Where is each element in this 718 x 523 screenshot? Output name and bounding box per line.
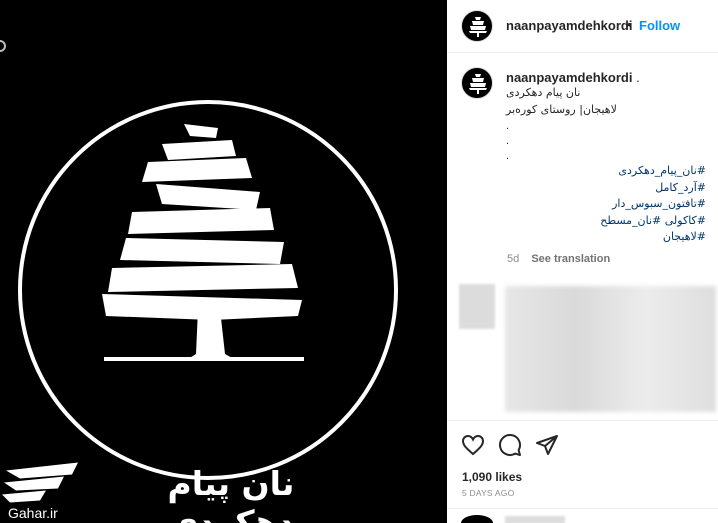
action-bar: 1,090 likes 5 DAYS AGO	[447, 420, 718, 520]
caption-text: نان پیام دهکردی لاهیجان| روستای کوره‌بر …	[506, 85, 706, 246]
divider	[447, 508, 718, 509]
avatar[interactable]	[461, 10, 493, 42]
caption-username[interactable]: naanpayamdehkordi .	[506, 70, 640, 85]
follow-button[interactable]: Follow	[639, 18, 680, 33]
tree-logo-icon	[102, 124, 304, 361]
hashtag-link[interactable]: #نان_پیام_دهکردی	[506, 163, 706, 180]
blurred-comment-avatar	[459, 284, 495, 329]
blurred-comment	[505, 286, 716, 412]
caption-dot: .	[506, 150, 510, 162]
post-side-panel: naanpayamdehkordi • Follow naanpayamdehk…	[447, 0, 718, 523]
caption-line: لاهیجان| روستای کوره‌بر	[506, 102, 617, 116]
separator-dot: •	[627, 17, 632, 32]
post-media[interactable]: نان پیام دهکردی Gahar.ir	[0, 0, 447, 523]
blurred-input	[505, 516, 565, 523]
likes-count[interactable]: 1,090 likes	[462, 470, 522, 484]
caption-dot: .	[506, 120, 510, 132]
comment-icon[interactable]	[498, 433, 522, 457]
caption-meta: 5d See translation	[507, 253, 619, 265]
caption-line: نان پیام دهکردی	[506, 86, 581, 99]
caption-username-text[interactable]: naanpayamdehkordi	[506, 70, 632, 85]
hashtag-link[interactable]: #تافتون_سبوس_دار	[506, 196, 706, 213]
post-header: naanpayamdehkordi • Follow	[447, 0, 718, 53]
hashtag-link[interactable]: #کاکولی #نان_مسطح	[506, 213, 706, 230]
heart-icon[interactable]	[461, 433, 485, 457]
carousel-edge-indicator	[0, 40, 6, 52]
caption-avatar[interactable]	[461, 67, 493, 99]
tree-logo-icon	[469, 17, 487, 37]
brand-logo-circle: نان پیام دهکردی	[18, 100, 398, 523]
see-translation-button[interactable]: See translation	[531, 253, 610, 265]
hashtag-link[interactable]: #لاهیجان	[506, 229, 706, 246]
brand-name-text: نان پیام دهکردی	[167, 464, 295, 523]
tree-logo-icon	[469, 74, 487, 94]
caption-age[interactable]: 5d	[507, 253, 519, 265]
watermark-text: Gahar.ir	[8, 505, 58, 521]
share-icon[interactable]	[535, 433, 559, 457]
post-time[interactable]: 5 DAYS AGO	[462, 488, 514, 498]
hashtag-link[interactable]: #آرد_کامل	[506, 180, 706, 197]
header-username[interactable]: naanpayamdehkordi	[506, 18, 632, 33]
caption-username-suffix: .	[636, 70, 640, 85]
caption-dot: .	[506, 135, 510, 147]
